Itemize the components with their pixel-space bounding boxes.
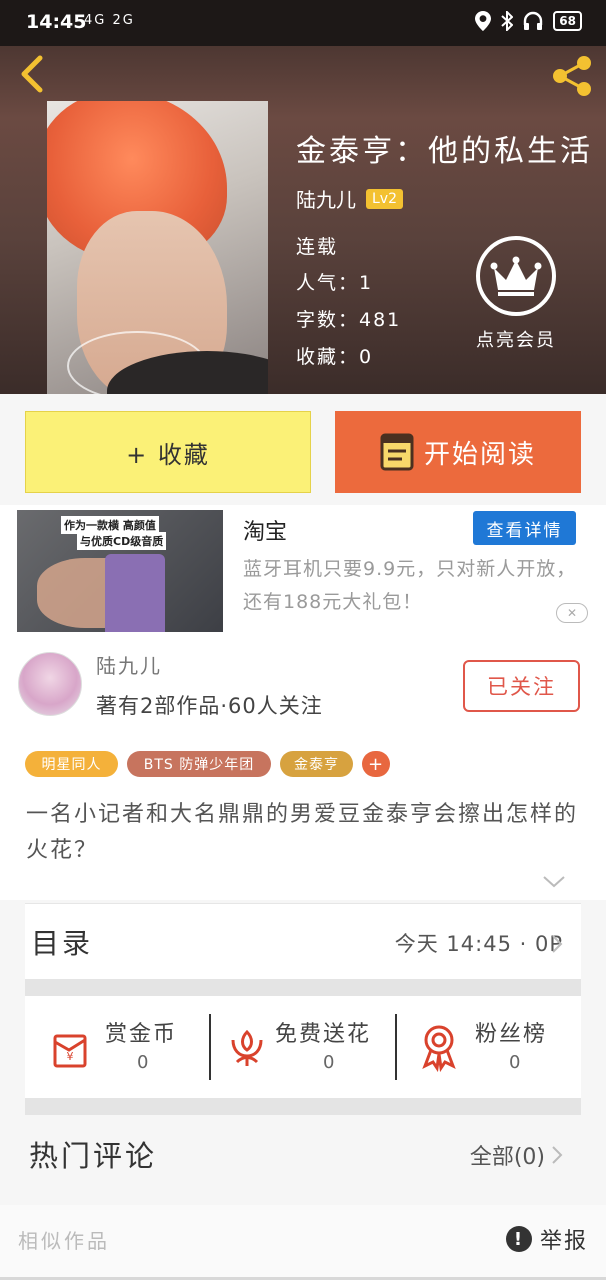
svg-text:¥: ¥ xyxy=(67,1050,74,1063)
ad-image-caption-2: 与优质CD级音质 xyxy=(77,532,167,550)
gift-count: 0 xyxy=(323,1052,335,1073)
status-time: 14:45 xyxy=(26,11,87,33)
gift-count: 0 xyxy=(509,1052,521,1073)
gift-bar: ¥ 赏金币 0 免费送花 0 粉丝榜 0 xyxy=(25,996,581,1098)
book-author-line: 陆九儿 Lv2 xyxy=(296,184,403,213)
chevron-down-icon[interactable] xyxy=(542,875,566,889)
book-word-count: 字数：481 xyxy=(296,309,402,331)
ad-source: 淘宝 xyxy=(243,520,288,545)
share-button[interactable] xyxy=(550,54,594,98)
all-comments-link[interactable]: 全部(0) xyxy=(470,1139,545,1171)
crown-icon xyxy=(476,236,556,316)
tag[interactable]: 明星同人 xyxy=(25,751,118,777)
gift-label: 免费送花 xyxy=(275,1022,372,1047)
catalog-update: 今天 14:45 · 0P xyxy=(394,932,563,956)
medal-icon xyxy=(422,1025,456,1072)
chevron-right-icon xyxy=(552,935,563,953)
tag[interactable]: BTS 防弹少年团 xyxy=(127,751,271,777)
ad-image[interactable]: 作为一款横 高颜值 与优质CD级音质 xyxy=(17,510,223,632)
book-description: 一名小记者和大名鼎鼎的男爱豆金泰亨会擦出怎样的火花？ xyxy=(26,802,579,863)
ad-description: 蓝牙耳机只要9.9元，只对新人开放，还有188元大礼包！ xyxy=(243,558,577,613)
gift-count: 0 xyxy=(137,1052,149,1073)
ad-banner[interactable]: 作为一款横 高颜值 与优质CD级音质 淘宝 查看详情 蓝牙耳机只要9.9元，只对… xyxy=(0,505,606,640)
book-header: 14:45 4G 2G 68 金泰亨：他的私生活 陆九儿 Lv2 连载 人气：1… xyxy=(0,0,606,394)
hot-comments-title: 热门评论 xyxy=(29,1139,158,1173)
book-popularity: 人气：1 xyxy=(296,272,374,294)
book-cover[interactable] xyxy=(47,101,268,394)
book-title: 金泰亨：他的私生活 xyxy=(296,134,593,169)
signal-icon: 4G 2G xyxy=(84,13,135,28)
status-bar: 14:45 4G 2G 68 xyxy=(0,0,606,46)
author-stats: 著有2部作品·60人关注 xyxy=(96,694,323,718)
book-favorites: 收藏：0 xyxy=(296,346,374,368)
book-status: 连载 xyxy=(296,236,339,258)
tags-section: 明星同人 BTS 防弹少年团 金泰亨 + 一名小记者和大名鼎鼎的男爱豆金泰亨会擦… xyxy=(0,735,606,900)
start-reading-label: 开始阅读 xyxy=(423,439,536,470)
chevron-left-icon xyxy=(21,55,43,93)
add-tag-button[interactable]: + xyxy=(362,751,390,777)
similar-works-label: 相似作品 xyxy=(18,1229,110,1253)
flower-icon xyxy=(231,1029,263,1066)
book-author[interactable]: 陆九儿 xyxy=(296,184,356,213)
send-flower-button[interactable]: 免费送花 0 xyxy=(211,996,395,1098)
alert-icon: ! xyxy=(505,1226,532,1252)
ad-close-button[interactable]: ✕ xyxy=(556,603,588,623)
headphones-icon xyxy=(524,11,543,30)
ad-detail-button[interactable]: 查看详情 xyxy=(473,511,576,545)
bluetooth-icon xyxy=(501,11,514,31)
avatar[interactable] xyxy=(18,652,82,716)
status-right-icons: 68 xyxy=(475,11,582,31)
battery-icon: 68 xyxy=(553,11,582,31)
level-badge: Lv2 xyxy=(366,188,403,209)
red-envelope-icon: ¥ xyxy=(53,1034,87,1068)
divider xyxy=(25,979,581,996)
vip-label: 点亮会员 xyxy=(476,330,556,351)
location-icon xyxy=(475,11,492,31)
fan-ranking-button[interactable]: 粉丝榜 0 xyxy=(397,996,581,1098)
book-icon xyxy=(380,433,414,471)
chevron-right-icon xyxy=(552,1146,563,1164)
gift-label: 赏金币 xyxy=(105,1022,178,1047)
gift-label: 粉丝榜 xyxy=(475,1022,548,1047)
tag[interactable]: 金泰亨 xyxy=(280,751,353,777)
author-name[interactable]: 陆九儿 xyxy=(96,650,162,679)
hot-comments-header[interactable]: 热门评论 全部(0) xyxy=(25,1115,581,1195)
author-card: 陆九儿 著有2部作品·60人关注 已关注 xyxy=(0,640,606,735)
gift-coin-button[interactable]: ¥ 赏金币 0 xyxy=(25,996,210,1098)
catalog-row[interactable]: 目录 今天 14:45 · 0P xyxy=(25,903,581,979)
start-reading-button[interactable]: 开始阅读 xyxy=(335,411,581,493)
follow-button[interactable]: 已关注 xyxy=(463,660,580,712)
back-button[interactable] xyxy=(16,54,50,94)
vip-button[interactable]: 点亮会员 xyxy=(468,236,564,352)
report-label: 举报 xyxy=(539,1229,588,1254)
share-icon xyxy=(553,56,591,96)
divider xyxy=(25,1098,581,1115)
collect-button[interactable]: + 收藏 xyxy=(25,411,311,493)
footer: 相似作品 ! 举报 xyxy=(0,1205,606,1280)
report-button[interactable]: ! 举报 xyxy=(505,1223,588,1255)
catalog-title: 目录 xyxy=(31,927,94,960)
